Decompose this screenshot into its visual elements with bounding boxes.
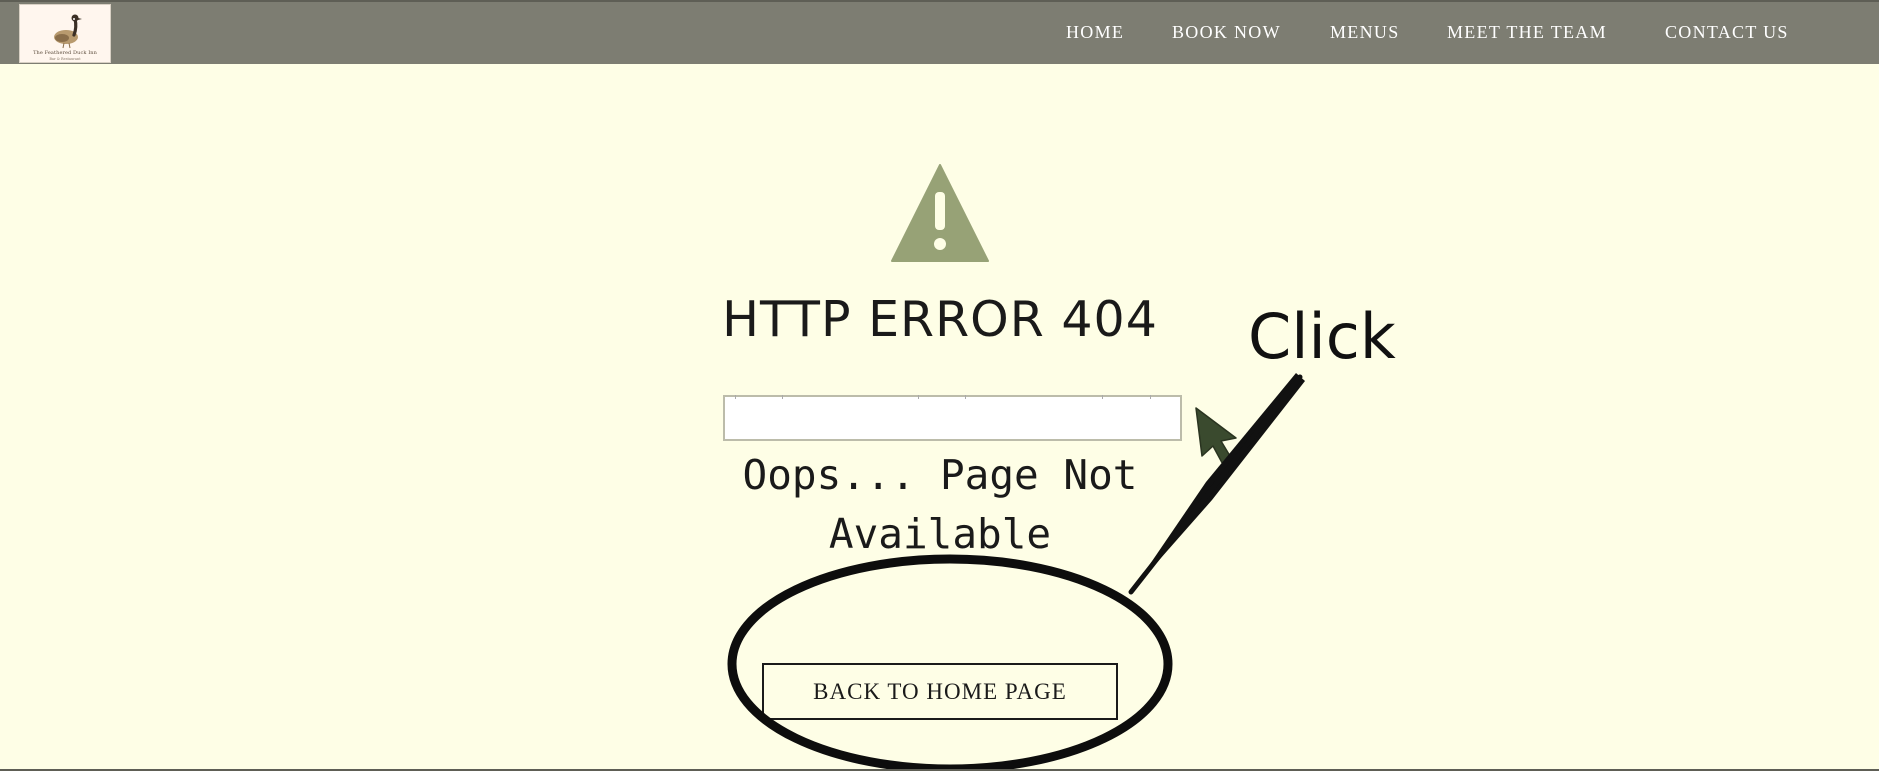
ruler-tick — [965, 395, 966, 399]
annotation-overlay — [727, 373, 1305, 771]
nav-meet-the-team[interactable]: MEET THE TEAM — [1447, 22, 1607, 46]
nav-contact-us[interactable]: CONTACT US — [1665, 22, 1789, 46]
error-title: HTTP ERROR 404 — [722, 291, 1158, 348]
error-message: Oops... Page Not Available — [742, 451, 1138, 558]
top-navigation-bar: The Feathered Duck Inn Bar & Restaurant … — [0, 0, 1879, 64]
cursor-arrow-icon — [1195, 407, 1237, 471]
ruler-tick — [1150, 395, 1151, 399]
ruler-tick — [735, 395, 736, 399]
ruler-tick — [782, 395, 783, 399]
ruler-tick — [918, 395, 919, 399]
warning-triangle-icon — [891, 164, 989, 262]
site-logo[interactable]: The Feathered Duck Inn Bar & Restaurant — [19, 4, 111, 63]
nav-menus[interactable]: MENUS — [1330, 22, 1400, 46]
nav-home[interactable]: HOME — [1066, 22, 1124, 46]
logo-name: The Feathered Duck Inn — [33, 50, 97, 56]
logo-tagline: Bar & Restaurant — [49, 57, 81, 61]
message-box — [723, 395, 1182, 441]
ruler-tick — [1102, 395, 1103, 399]
nav-book-now[interactable]: BOOK NOW — [1172, 22, 1281, 46]
back-to-home-button[interactable]: BACK TO HOME PAGE — [762, 663, 1118, 720]
click-annotation-label: Click — [1248, 300, 1396, 373]
